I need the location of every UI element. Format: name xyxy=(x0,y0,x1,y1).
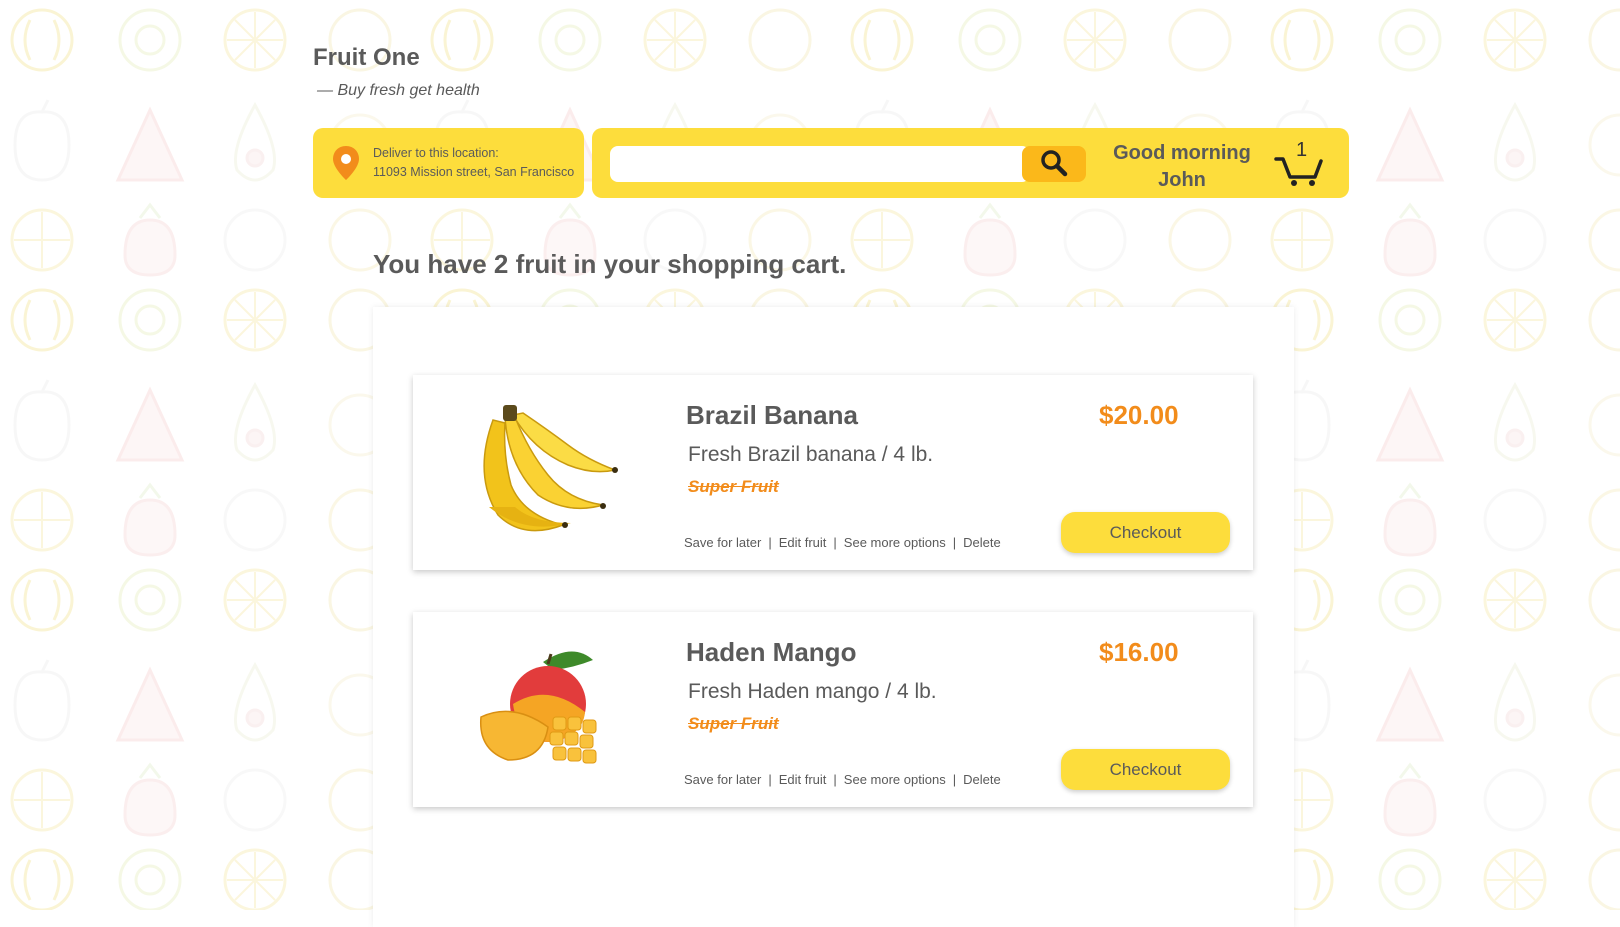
delivery-location[interactable]: Deliver to this location: 11093 Mission … xyxy=(313,128,584,198)
mango-image xyxy=(453,632,623,782)
item-description: Fresh Brazil banana / 4 lb. xyxy=(688,443,934,466)
greeting: Good morning John xyxy=(1092,140,1272,194)
cart-count-badge: 1 xyxy=(1296,139,1308,161)
item-price: $20.00 xyxy=(1099,400,1179,430)
location-pin-icon xyxy=(330,144,362,187)
item-name[interactable]: Brazil Banana xyxy=(686,400,858,431)
super-fruit-badge: Super Fruit xyxy=(688,714,779,733)
action-separator: | xyxy=(833,772,837,787)
action-separator: | xyxy=(833,535,837,550)
brand-tagline: — Buy fresh get health xyxy=(317,82,480,99)
save-for-later-link[interactable]: Save for later xyxy=(684,772,761,787)
action-separator: | xyxy=(768,535,772,550)
see-more-options-link[interactable]: See more options xyxy=(844,772,946,787)
mango-cut-icon xyxy=(480,651,597,764)
super-fruit-badge: Super Fruit xyxy=(688,477,779,496)
cart-button[interactable]: 1 xyxy=(1273,139,1325,187)
greeting-line-1: Good morning xyxy=(1113,142,1251,164)
top-bar: Good morning John 1 xyxy=(592,128,1349,198)
delete-link[interactable]: Delete xyxy=(963,535,1001,550)
cart-item: Haden Mango Fresh Haden mango / 4 lb. Su… xyxy=(413,612,1253,807)
delete-link[interactable]: Delete xyxy=(963,772,1001,787)
cart-item: Brazil Banana Fresh Brazil banana / 4 lb… xyxy=(413,375,1253,570)
search-input[interactable] xyxy=(610,146,1030,182)
item-actions: Save for later | Edit fruit | See more optio… xyxy=(684,772,1001,787)
cart-heading: You have 2 fruit in your shopping cart. xyxy=(373,249,847,279)
action-separator: | xyxy=(768,772,772,787)
edit-fruit-link[interactable]: Edit fruit xyxy=(779,535,827,550)
search-icon xyxy=(1040,149,1068,180)
item-description: Fresh Haden mango / 4 lb. xyxy=(688,680,937,703)
banana-image xyxy=(453,395,623,545)
brand-title[interactable]: Fruit One xyxy=(313,44,420,72)
greeting-user-name: John xyxy=(1158,169,1206,191)
edit-fruit-link[interactable]: Edit fruit xyxy=(779,772,827,787)
checkout-button[interactable]: Checkout xyxy=(1061,749,1230,790)
banana-bunch-icon xyxy=(483,405,618,532)
action-separator: | xyxy=(952,535,957,550)
checkout-button[interactable]: Checkout xyxy=(1061,512,1230,553)
action-separator: | xyxy=(952,772,957,787)
cart-icon xyxy=(1273,157,1325,191)
delivery-address: 11093 Mission street, San Francisco xyxy=(373,165,575,179)
item-price: $16.00 xyxy=(1099,637,1179,667)
search-button[interactable] xyxy=(1022,146,1086,182)
cart-panel: Brazil Banana Fresh Brazil banana / 4 lb… xyxy=(373,307,1294,927)
item-name[interactable]: Haden Mango xyxy=(686,637,856,668)
save-for-later-link[interactable]: Save for later xyxy=(684,535,761,550)
delivery-label: Deliver to this location: xyxy=(373,146,499,160)
item-actions: Save for later | Edit fruit | See more optio… xyxy=(684,535,1001,550)
see-more-options-link[interactable]: See more options xyxy=(844,535,946,550)
